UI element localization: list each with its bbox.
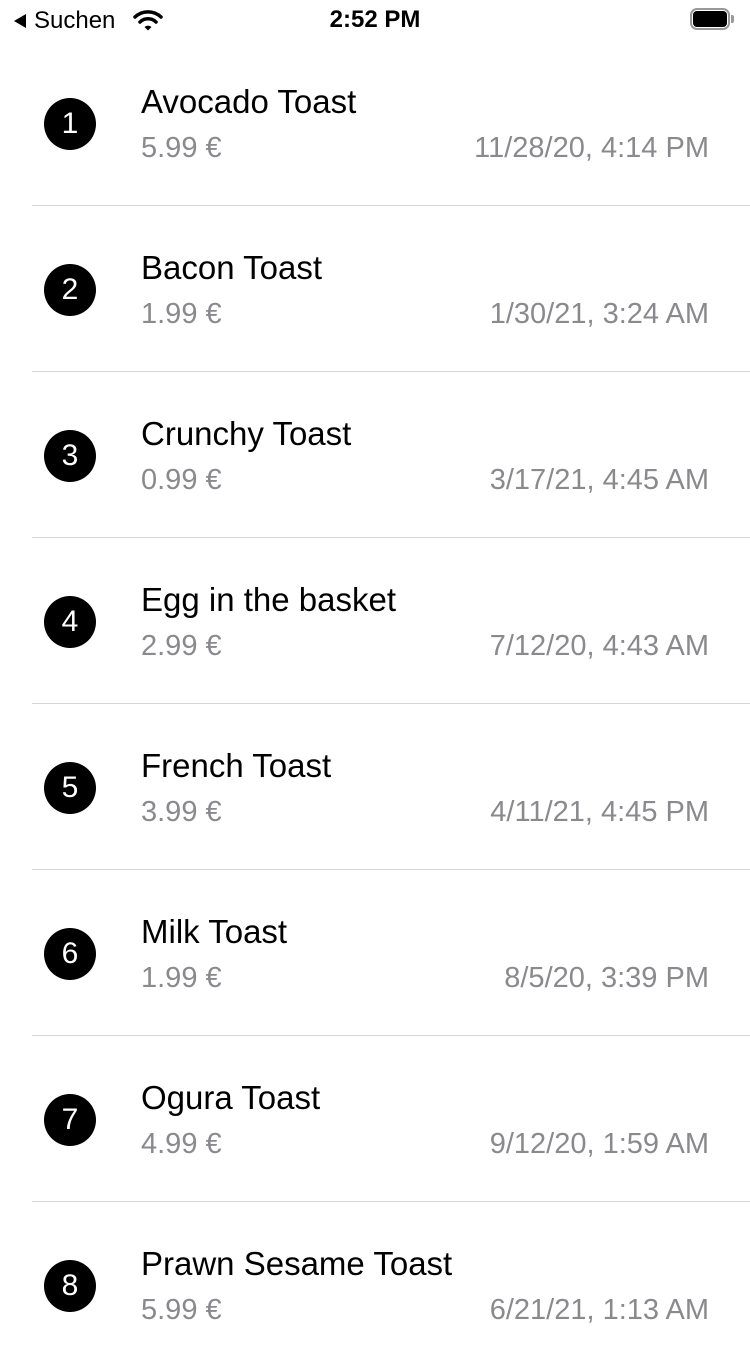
number-badge-icon: 2 [44, 264, 96, 316]
list-item[interactable]: 7 Ogura Toast 4.99 € 9/12/20, 1:59 AM [0, 1036, 750, 1202]
item-date: 8/5/20, 3:39 PM [504, 962, 709, 994]
item-name: Bacon Toast [141, 249, 323, 286]
list-item[interactable]: 6 Milk Toast 1.99 € 8/5/20, 3:39 PM [0, 870, 750, 1036]
item-price: 2.99 € [141, 630, 222, 662]
list-item[interactable]: 4 Egg in the basket 2.99 € 7/12/20, 4:43… [0, 538, 750, 704]
item-price: 5.99 € [141, 1294, 222, 1326]
item-name: Prawn Sesame Toast [141, 1245, 453, 1282]
item-price: 4.99 € [141, 1128, 222, 1160]
number-badge-icon: 8 [44, 1260, 96, 1312]
item-price: 3.99 € [141, 796, 222, 828]
list-item[interactable]: 8 Prawn Sesame Toast 5.99 € 6/21/21, 1:1… [0, 1202, 750, 1368]
status-time: 2:52 PM [329, 6, 421, 33]
item-price: 5.99 € [141, 132, 222, 164]
number-badge-icon: 4 [44, 596, 96, 648]
list-item[interactable]: 5 French Toast 3.99 € 4/11/21, 4:45 PM [0, 704, 750, 870]
item-price: 1.99 € [141, 298, 222, 330]
list-item[interactable]: 3 Crunchy Toast 0.99 € 3/17/21, 4:45 AM [0, 372, 750, 538]
number-badge-icon: 5 [44, 762, 96, 814]
item-date: 3/17/21, 4:45 AM [489, 464, 709, 496]
status-bar: Suchen 2:52 PM [0, 0, 750, 40]
item-name: Egg in the basket [141, 581, 397, 618]
item-date: 1/30/21, 3:24 AM [489, 298, 709, 330]
item-price: 0.99 € [141, 464, 222, 496]
number-badge-icon: 3 [44, 430, 96, 482]
item-name: Ogura Toast [141, 1079, 321, 1116]
item-price: 1.99 € [141, 962, 222, 994]
item-date: 6/21/21, 1:13 AM [489, 1294, 709, 1326]
item-name: French Toast [141, 747, 332, 784]
item-name: Avocado Toast [141, 83, 357, 120]
number-badge-icon: 1 [44, 98, 96, 150]
item-name: Crunchy Toast [141, 415, 352, 452]
list-item[interactable]: 1 Avocado Toast 5.99 € 11/28/20, 4:14 PM [0, 40, 750, 206]
number-badge-icon: 6 [44, 928, 96, 980]
toast-list: 1 Avocado Toast 5.99 € 11/28/20, 4:14 PM… [0, 40, 750, 1368]
number-badge-icon: 7 [44, 1094, 96, 1146]
item-date: 11/28/20, 4:14 PM [474, 132, 709, 164]
item-date: 9/12/20, 1:59 AM [489, 1128, 709, 1160]
item-name: Milk Toast [141, 913, 288, 950]
battery-icon [690, 8, 736, 32]
list-item[interactable]: 2 Bacon Toast 1.99 € 1/30/21, 3:24 AM [0, 206, 750, 372]
item-date: 4/11/21, 4:45 PM [490, 796, 709, 828]
item-date: 7/12/20, 4:43 AM [489, 630, 709, 662]
